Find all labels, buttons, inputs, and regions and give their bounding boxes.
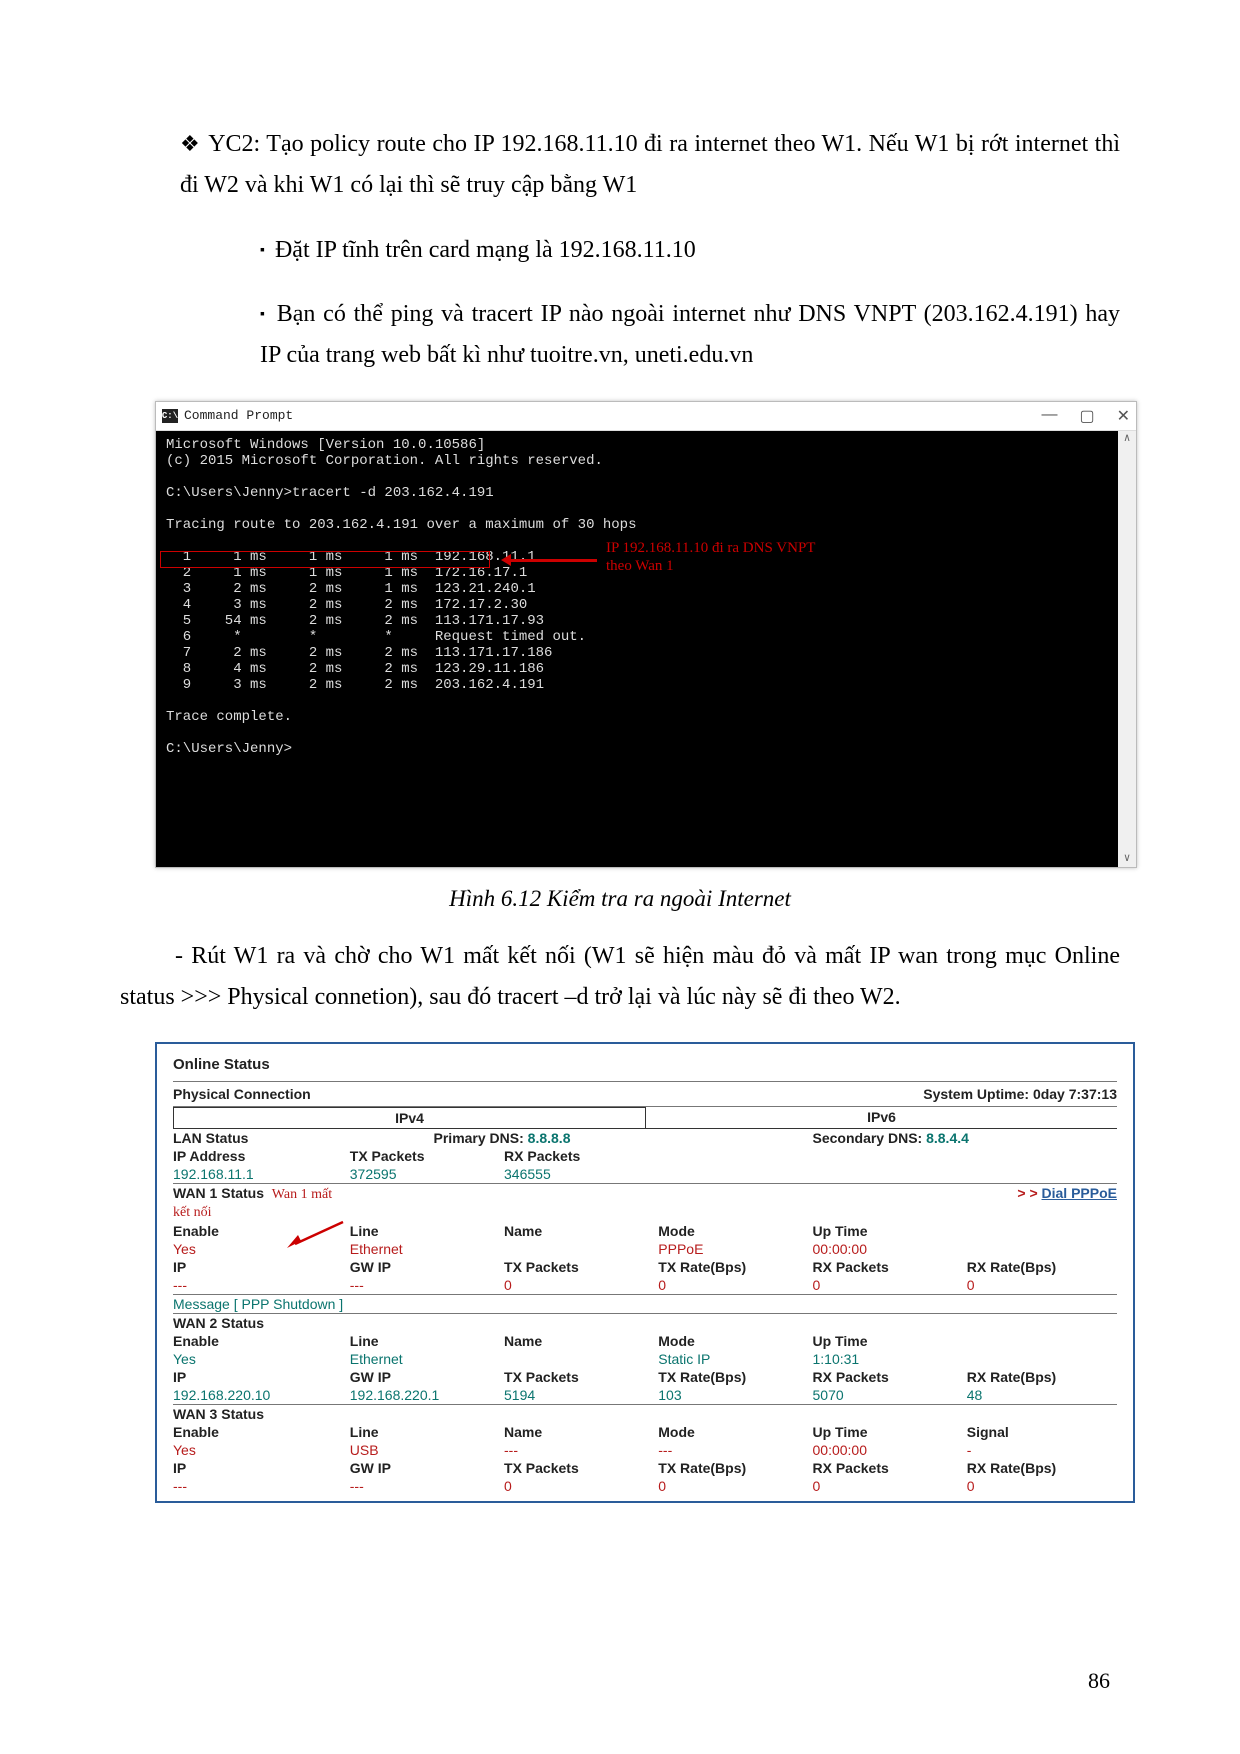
wan1-status: WAN 1 Status Wan 1 mất kết nối [173, 1184, 346, 1222]
bullet-sub2: ▪Bạn có thể ping và tracert IP nào ngoài… [260, 294, 1120, 376]
close-icon[interactable]: ✕ [1117, 406, 1130, 426]
w1-message: Message [ PPP Shutdown ] [173, 1295, 1117, 1314]
w3-rxp: 0 [813, 1477, 963, 1495]
w3-txr: 0 [658, 1477, 808, 1495]
w1-uptime: 00:00:00 [813, 1240, 963, 1258]
w2-line: Ethernet [350, 1350, 500, 1368]
w2-uptime: 1:10:31 [813, 1350, 963, 1368]
rxpackets-label: RX Packets [504, 1147, 654, 1165]
w2-gw: 192.168.220.1 [350, 1386, 500, 1404]
w2-rxr: 48 [967, 1386, 1117, 1404]
figure-caption: Hình 6.12 Kiểm tra ra ngoài Internet [120, 886, 1120, 912]
w2-ip: 192.168.220.10 [173, 1386, 346, 1404]
lbl-rxp: RX Packets [813, 1258, 963, 1276]
scroll-down-icon[interactable]: ∨ [1118, 851, 1136, 867]
w2-rxp: 5070 [813, 1386, 963, 1404]
w1-rxp: 0 [813, 1276, 963, 1294]
arrow-icon [501, 553, 597, 569]
lbl-rxr: RX Rate(Bps) [967, 1258, 1117, 1276]
lbl-mode: Mode [658, 1222, 808, 1240]
w3-enable: Yes [173, 1441, 346, 1459]
secondary-dns: Secondary DNS: 8.8.4.4 [813, 1129, 1117, 1147]
w1-ip: --- [173, 1276, 346, 1294]
bullet-yc2: ❖YC2: Tạo policy route cho IP 192.168.11… [180, 124, 1120, 206]
tab-ipv4[interactable]: IPv4 [173, 1107, 646, 1128]
cmd-title-text: Command Prompt [184, 408, 293, 423]
lan-tx: 372595 [350, 1165, 500, 1183]
bullet-sub1: ▪ Đặt IP tĩnh trên card mạng là 192.168.1… [260, 230, 1120, 271]
w1-line: Ethernet [350, 1240, 500, 1258]
cmd-window: C:\ Command Prompt — ▢ ✕ Microsoft Windo… [155, 401, 1137, 868]
w2-txr: 103 [658, 1386, 808, 1404]
ipaddress-label: IP Address [173, 1147, 346, 1165]
minimize-icon[interactable]: — [1041, 406, 1057, 426]
lbl-gwip: GW IP [350, 1258, 500, 1276]
w3-line: USB [350, 1441, 500, 1459]
physical-connection-label: Physical Connection [173, 1086, 311, 1102]
cmd-titlebar: C:\ Command Prompt — ▢ ✕ [156, 402, 1136, 431]
w3-ip: --- [173, 1477, 346, 1495]
sub2-text: Bạn có thể ping và tracert IP nào ngoài … [260, 301, 1120, 368]
w3-name: --- [504, 1441, 654, 1459]
w3-rxr: 0 [967, 1477, 1117, 1495]
w3-uptime: 00:00:00 [813, 1441, 963, 1459]
square-icon: ▪ [260, 307, 267, 322]
lbl-txr: TX Rate(Bps) [658, 1258, 808, 1276]
txpackets-label: TX Packets [350, 1147, 500, 1165]
dial-pppoe-link[interactable]: > > Dial PPPoE [967, 1184, 1117, 1222]
diamond-icon: ❖ [180, 131, 200, 156]
tab-ipv6[interactable]: IPv6 [646, 1107, 1117, 1128]
primary-dns: Primary DNS: 8.8.8.8 [350, 1129, 655, 1147]
w1-rxr: 0 [967, 1276, 1117, 1294]
w3-gw: --- [350, 1477, 500, 1495]
cmd-icon: C:\ [162, 409, 178, 423]
maximize-icon[interactable]: ▢ [1079, 406, 1094, 426]
lbl-ip: IP [173, 1258, 346, 1276]
w3-signal: - [967, 1441, 1117, 1459]
wan2-status: WAN 2 Status [173, 1314, 346, 1332]
lan-rx: 346555 [504, 1165, 654, 1183]
w1-txr: 0 [658, 1276, 808, 1294]
online-status-panel: Online Status Physical Connection System… [155, 1042, 1135, 1503]
sub1-text: Đặt IP tĩnh trên card mạng là 192.168.11… [275, 237, 696, 263]
w2-mode: Static IP [658, 1350, 808, 1368]
w1-gw: --- [350, 1276, 500, 1294]
w2-enable: Yes [173, 1350, 346, 1368]
annotation-line1: IP 192.168.11.10 đi ra DNS VNPT [606, 540, 815, 557]
w2-txp: 5194 [504, 1386, 654, 1404]
lbl-txp: TX Packets [504, 1258, 654, 1276]
paragraph: - Rút W1 ra và chờ cho W1 mất kết nối (W… [120, 936, 1120, 1018]
yc2-text: YC2: Tạo policy route cho IP 192.168.11.… [180, 131, 1120, 198]
w1-txp: 0 [504, 1276, 654, 1294]
scroll-up-icon[interactable]: ∧ [1118, 431, 1136, 447]
scrollbar[interactable]: ∧ ∨ [1118, 431, 1136, 867]
lbl-name: Name [504, 1222, 654, 1240]
cmd-body: Microsoft Windows [Version 10.0.10586] (… [156, 431, 1118, 867]
square-icon: ▪ [260, 243, 265, 258]
highlight-hop2 [160, 551, 490, 568]
w3-mode: --- [658, 1441, 808, 1459]
lbl-line: Line [350, 1222, 500, 1240]
panel-title: Online Status [173, 1050, 1117, 1082]
annotation-line2: theo Wan 1 [606, 558, 674, 575]
w3-txp: 0 [504, 1477, 654, 1495]
system-uptime: System Uptime: 0day 7:37:13 [923, 1086, 1117, 1102]
page-number: 86 [1088, 1668, 1110, 1694]
arrow-icon [287, 1220, 347, 1246]
lan-status-label: LAN Status [173, 1129, 346, 1147]
lan-ip: 192.168.11.1 [173, 1165, 346, 1183]
lbl-uptime: Up Time [813, 1222, 963, 1240]
w1-mode: PPPoE [658, 1240, 808, 1258]
wan3-status: WAN 3 Status [173, 1405, 346, 1423]
